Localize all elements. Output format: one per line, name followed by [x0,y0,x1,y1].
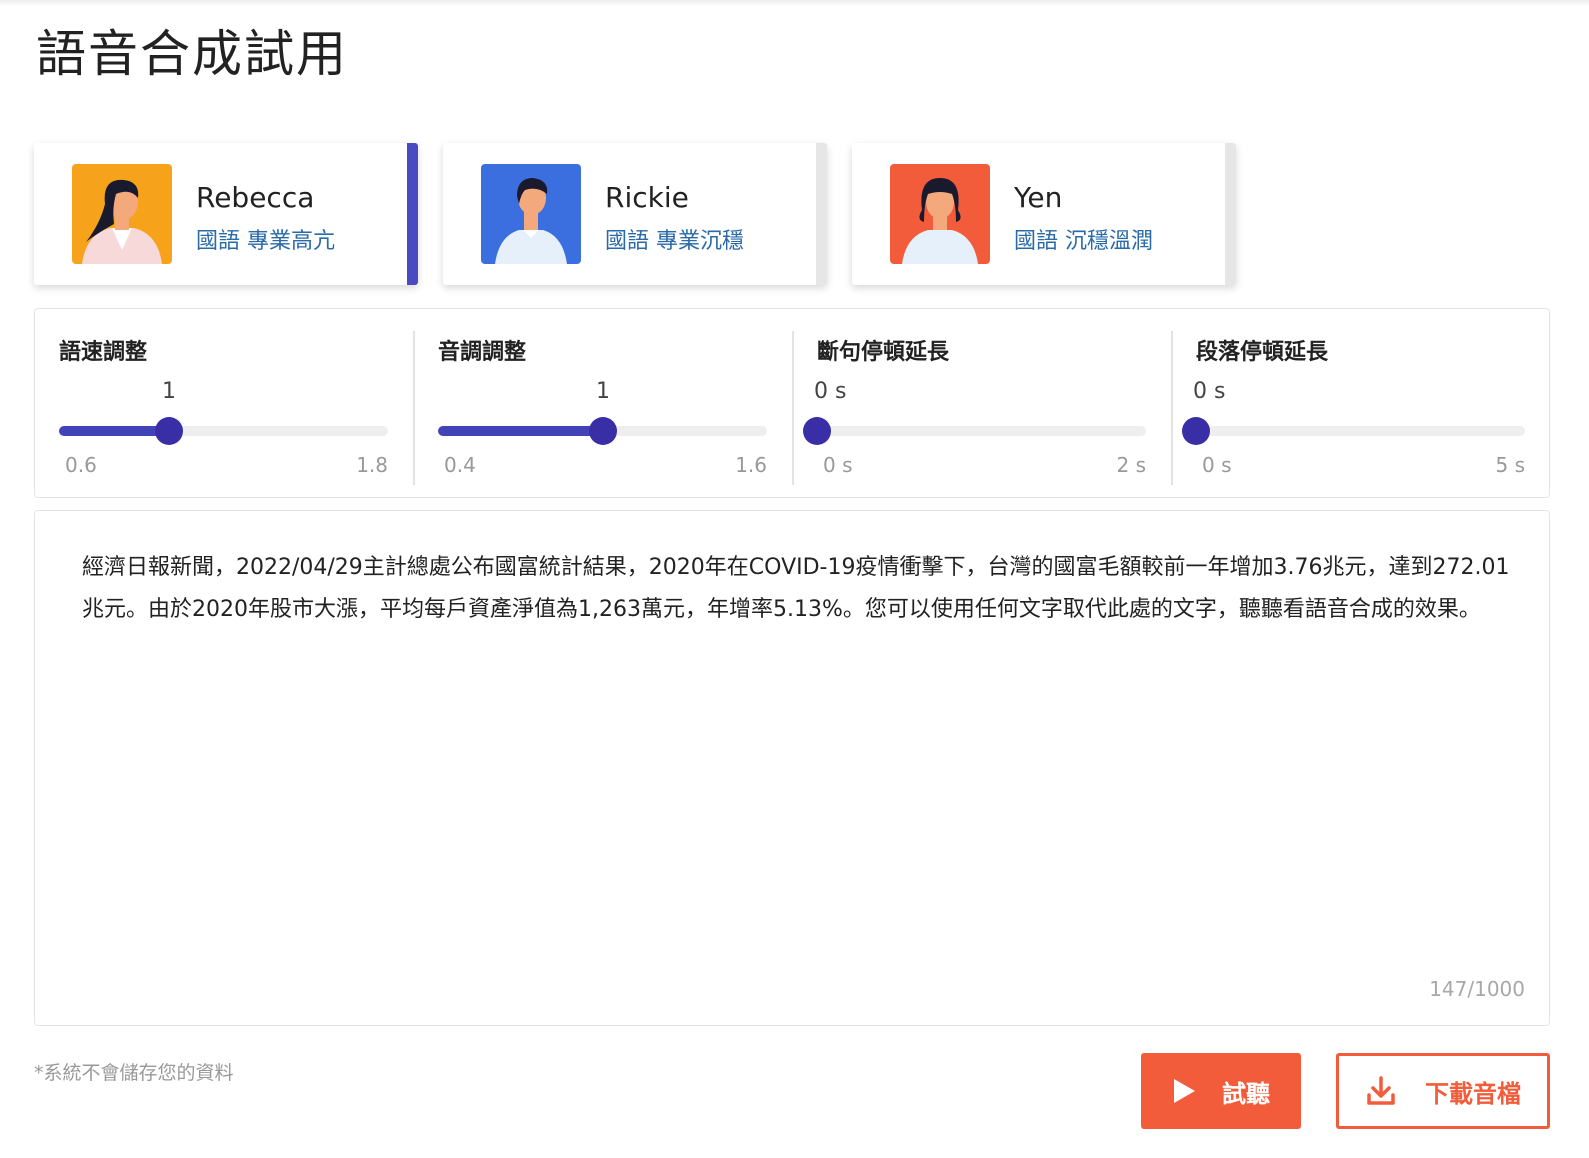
text-input[interactable]: 經濟日報新聞，2022/04/29主計總處公布國富統計結果，2020年在COVI… [82,547,1512,631]
slider-label: 斷句停頓延長 [817,340,950,365]
download-button[interactable]: 下載音檔 [1336,1053,1550,1129]
slider-min: 0.4 [444,453,476,477]
listen-button[interactable]: 試聽 [1141,1053,1301,1129]
slider-label: 音調調整 [438,340,527,365]
voice-desc: 國語 專業沉穩 [605,229,744,254]
download-icon [1367,1076,1395,1105]
sentence-pause-slider[interactable] [803,417,1146,445]
download-button-label: 下載音檔 [1425,1079,1521,1108]
slider-thumb[interactable] [803,417,831,445]
slider-min: 0.6 [65,453,97,477]
sentence-pause-slider-block: 斷句停頓延長 0 s 0 s 2 s [793,309,1172,497]
slider-label: 語速調整 [59,340,148,365]
slider-value: 1 [162,379,176,404]
slider-max: 2 s [1116,453,1146,477]
voice-desc: 國語 專業高亢 [196,229,335,254]
slider-thumb[interactable] [155,417,183,445]
settings-panel: 語速調整 1 0.6 1.8 音調調整 1 0.4 1.6 斷句停頓延長 0 s… [34,308,1550,498]
slider-value: 0 s [1193,379,1226,404]
slider-value: 1 [596,379,610,404]
text-editor-panel: 經濟日報新聞，2022/04/29主計總處公布國富統計結果，2020年在COVI… [34,510,1550,1026]
page-title: 語音合成試用 [36,25,348,83]
privacy-note: *系統不會儲存您的資料 [34,1062,234,1084]
pitch-slider[interactable] [438,417,767,445]
slider-fill [59,426,169,436]
slider-value: 0 s [814,379,847,404]
avatar [72,164,172,264]
slider-label: 段落停頓延長 [1196,340,1329,365]
slider-max: 1.6 [735,453,767,477]
voice-name: Rickie [605,181,689,214]
slider-min: 0 s [1202,453,1232,477]
paragraph-pause-slider-block: 段落停頓延長 0 s 0 s 5 s [1172,309,1551,497]
voice-name: Yen [1014,181,1063,214]
slider-fill [438,426,603,436]
voice-card-yen[interactable]: Yen 國語 沉穩溫潤 [852,143,1236,285]
avatar [481,164,581,264]
slider-thumb[interactable] [589,417,617,445]
slider-min: 0 s [823,453,853,477]
female-avatar-icon [82,179,162,264]
selection-bar [407,143,418,285]
voice-card-rickie[interactable]: Rickie 國語 專業沉穩 [443,143,827,285]
char-count: 147/1000 [1429,977,1525,1001]
listen-button-label: 試聽 [1222,1079,1270,1108]
slider-max: 5 s [1495,453,1525,477]
speed-slider[interactable] [59,417,388,445]
voice-card-rebecca[interactable]: Rebecca 國語 專業高亢 [34,143,418,285]
play-icon [1174,1079,1195,1103]
pitch-slider-block: 音調調整 1 0.4 1.6 [414,309,793,497]
female-avatar-icon [902,178,978,264]
avatar [890,164,990,264]
slider-thumb[interactable] [1182,417,1210,445]
selection-bar [816,143,827,285]
selection-bar [1225,143,1236,285]
speed-slider-block: 語速調整 1 0.6 1.8 [35,309,414,497]
voice-name: Rebecca [196,181,315,214]
voice-desc: 國語 沉穩溫潤 [1014,229,1153,254]
male-avatar-icon [495,178,567,264]
top-shadow [0,0,1589,6]
paragraph-pause-slider[interactable] [1182,417,1525,445]
slider-max: 1.8 [356,453,388,477]
